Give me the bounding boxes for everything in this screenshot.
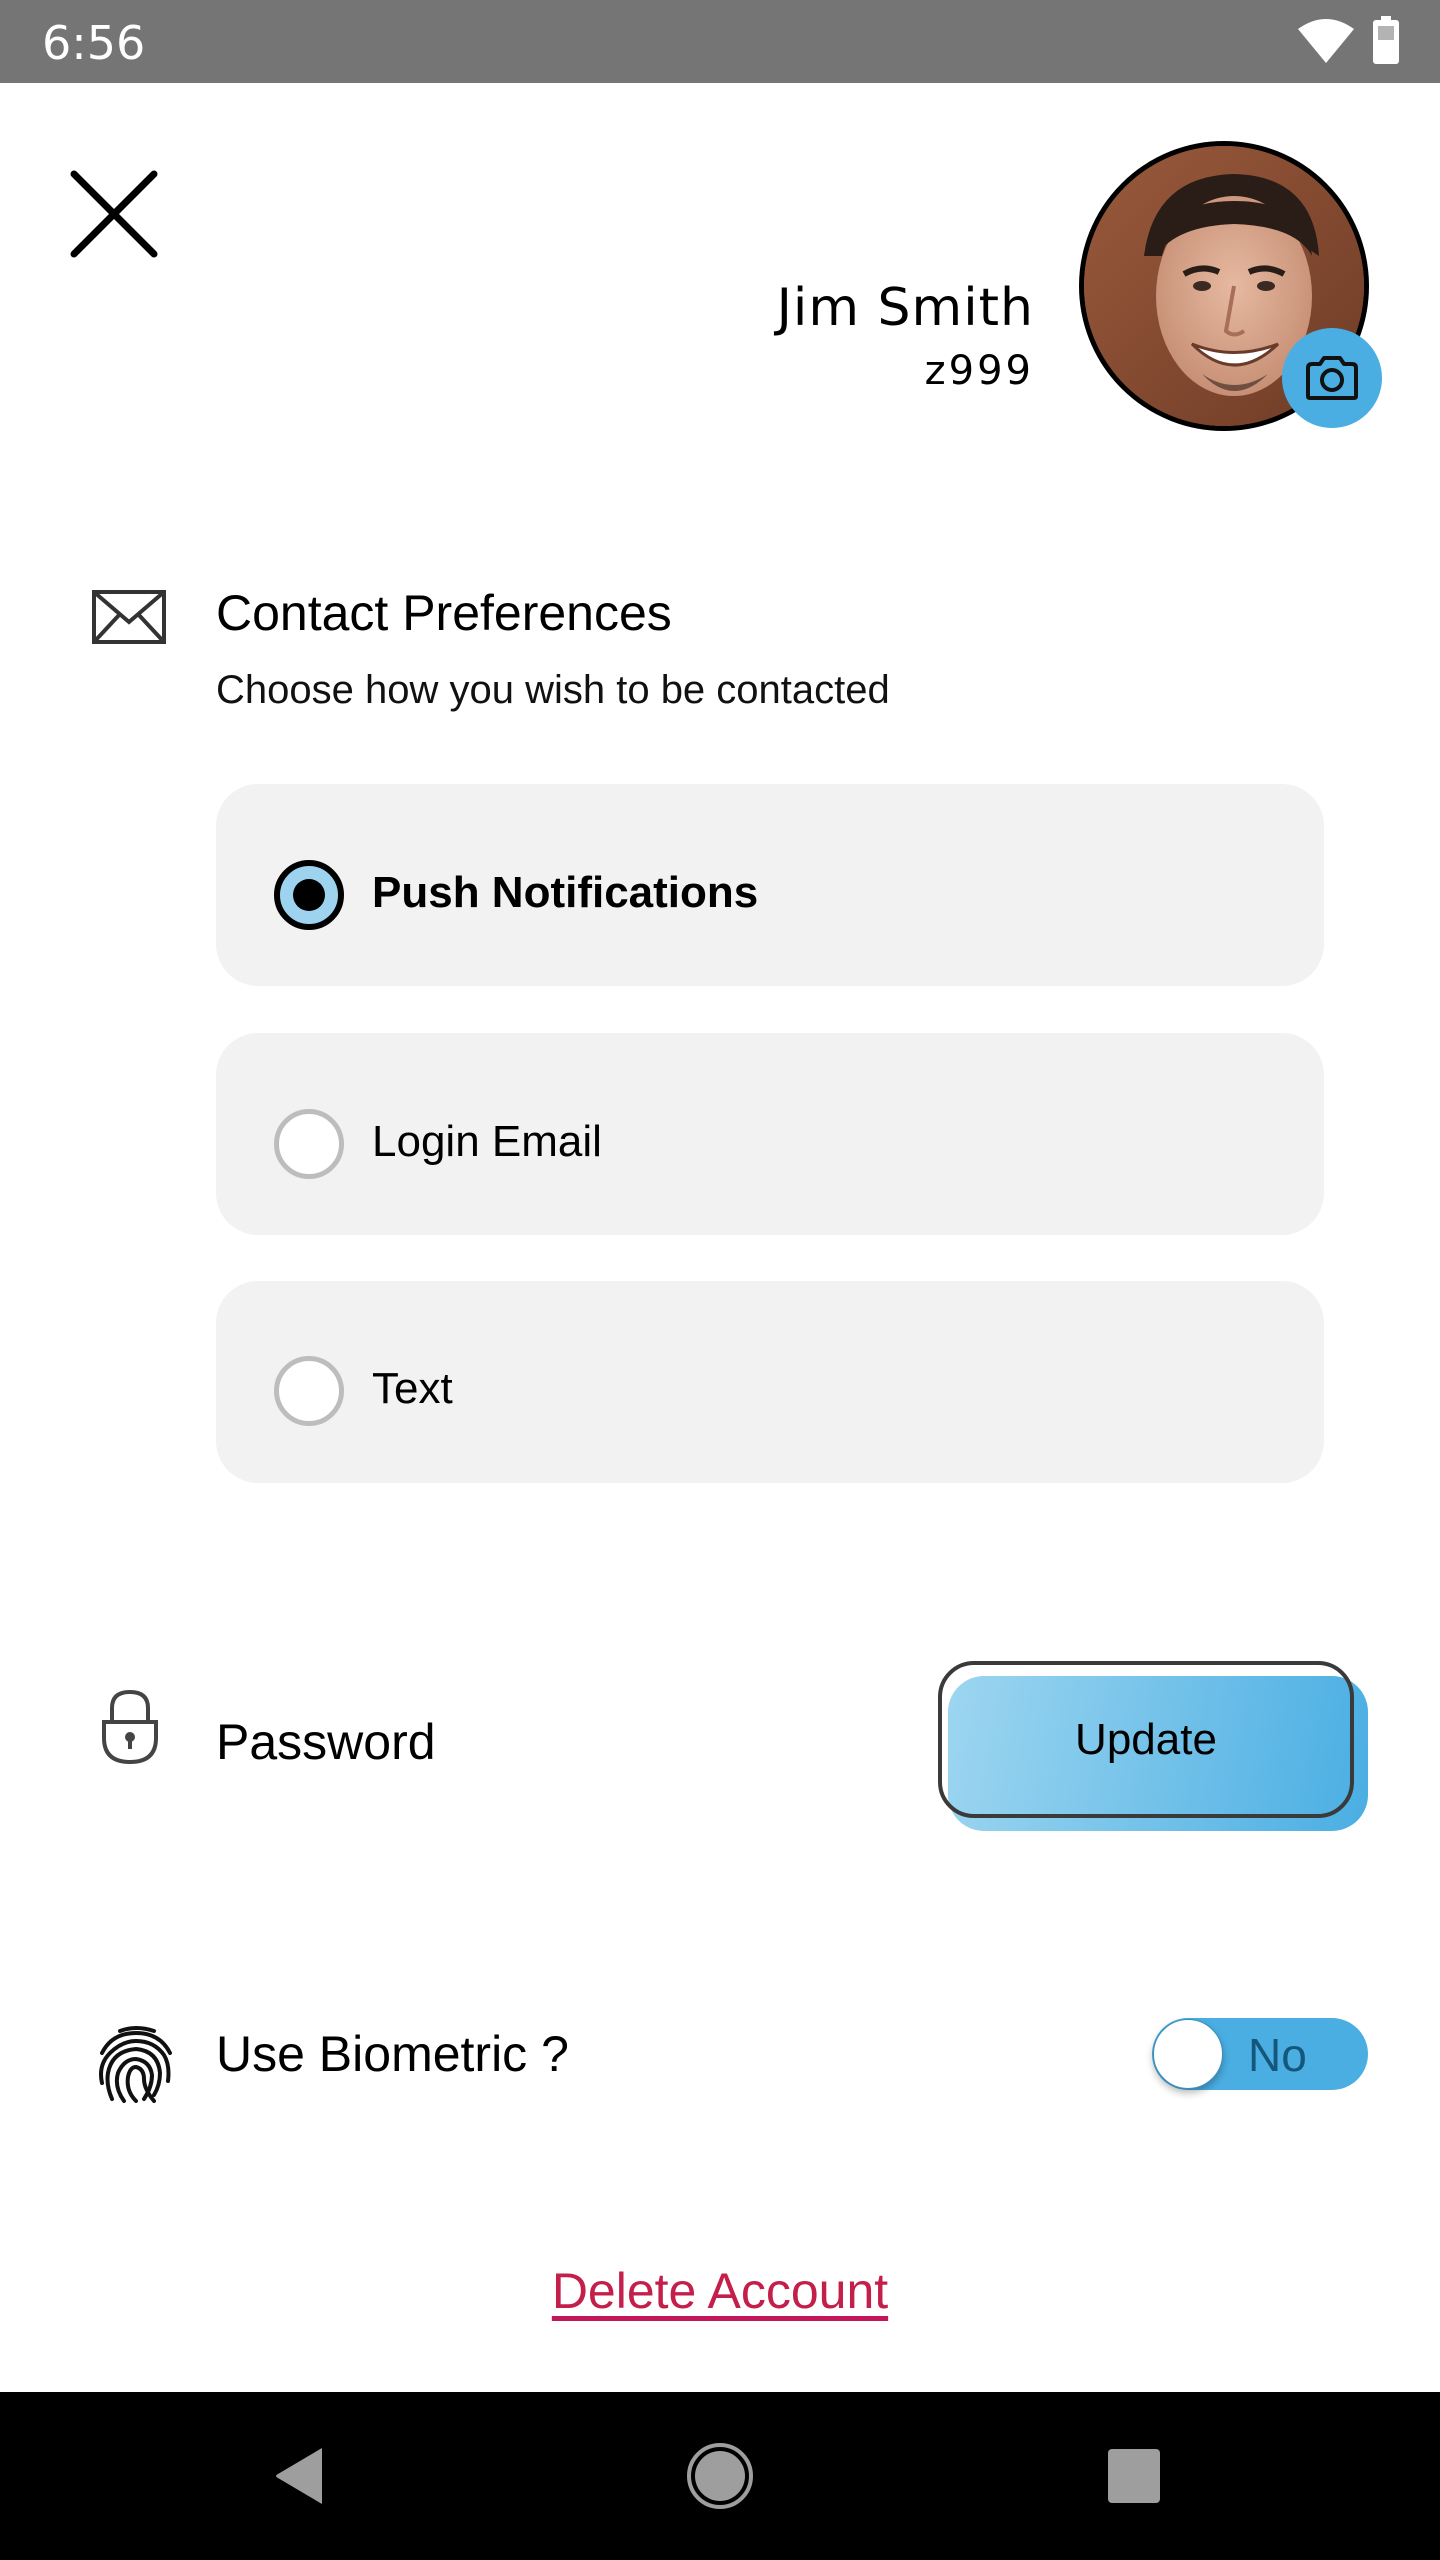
profile-name: Jim Smith (776, 278, 1034, 338)
update-password-button[interactable]: Update (938, 1661, 1354, 1818)
biometric-toggle[interactable]: No (1152, 2018, 1368, 2090)
nav-back-button[interactable] (220, 2392, 380, 2560)
status-bar: 6:56 (0, 0, 1440, 83)
lock-icon (102, 1689, 158, 1769)
close-icon (70, 170, 158, 258)
battery-icon (1372, 15, 1400, 69)
radio-text[interactable] (274, 1356, 344, 1426)
system-nav-bar (0, 2392, 1440, 2560)
camera-icon (1306, 356, 1358, 400)
mail-icon (92, 590, 166, 649)
status-icons (1298, 15, 1400, 69)
delete-account-label[interactable]: Delete Account (552, 2263, 888, 2319)
change-photo-button[interactable] (1282, 328, 1382, 428)
toggle-knob[interactable] (1153, 2019, 1223, 2089)
fingerprint-icon (98, 2025, 174, 2108)
nav-recents-button[interactable] (1054, 2392, 1214, 2560)
delete-account-link[interactable]: Delete Account (0, 2262, 1440, 2320)
radio-push-notifications[interactable] (274, 860, 344, 930)
recents-icon (1108, 2449, 1160, 2503)
profile-user-id: z999 (924, 348, 1034, 394)
contact-preferences-subtitle: Choose how you wish to be contacted (216, 668, 890, 712)
biometric-label: Use Biometric ? (216, 2026, 569, 2082)
option-label: Text (372, 1364, 453, 1413)
option-label: Push Notifications (372, 868, 759, 917)
back-icon (276, 2448, 322, 2504)
status-time: 6:56 (42, 16, 146, 70)
home-icon (687, 2443, 753, 2509)
contact-preferences-title: Contact Preferences (216, 585, 672, 641)
toggle-value: No (1248, 2029, 1307, 2081)
close-button[interactable] (62, 162, 166, 266)
radio-login-email[interactable] (274, 1109, 344, 1179)
option-label: Login Email (372, 1117, 602, 1166)
wifi-icon (1298, 17, 1354, 68)
password-label: Password (216, 1714, 436, 1770)
nav-home-button[interactable] (640, 2392, 800, 2560)
